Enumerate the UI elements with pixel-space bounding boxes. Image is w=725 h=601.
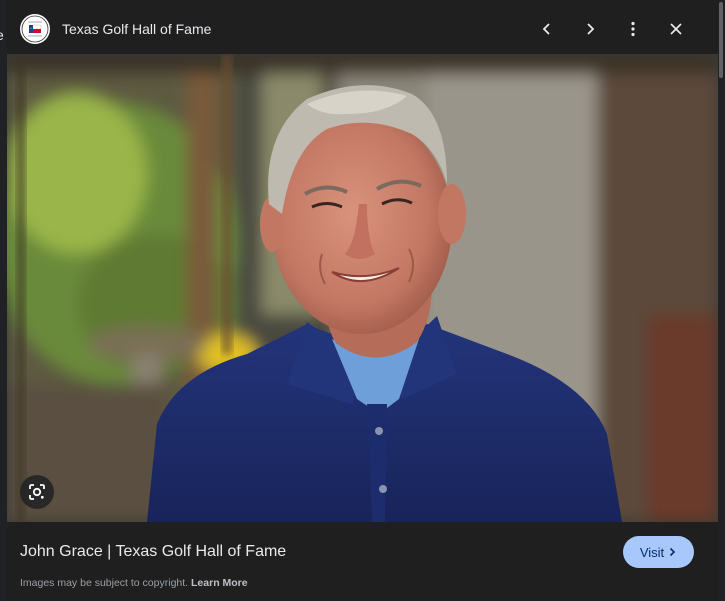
scrollbar-thumb[interactable]	[719, 2, 723, 78]
google-lens-icon	[29, 484, 45, 500]
lens-search-button[interactable]	[20, 475, 54, 509]
background-tab-label: e	[0, 27, 4, 43]
close-button[interactable]	[663, 16, 689, 42]
next-button[interactable]	[577, 16, 603, 42]
image-viewer-panel: Texas Golf Hall of Fame John Grace | Tex…	[7, 0, 718, 601]
learn-more-link[interactable]: Learn More	[191, 577, 248, 589]
chevron-right-icon	[670, 547, 676, 557]
copyright-notice: Images may be subject to copyright. Lear…	[20, 577, 248, 589]
visit-button[interactable]: Visit	[623, 536, 694, 568]
site-name[interactable]: Texas Golf Hall of Fame	[62, 21, 211, 37]
previous-button[interactable]	[534, 16, 560, 42]
image-caption[interactable]: John Grace | Texas Golf Hall of Fame	[20, 543, 286, 561]
close-icon	[670, 23, 682, 35]
visit-button-label: Visit	[639, 544, 665, 560]
more-vert-icon	[631, 21, 635, 37]
copyright-text: Images may be subject to copyright.	[20, 577, 189, 589]
site-logo-icon[interactable]	[20, 14, 50, 44]
viewer-header: Texas Golf Hall of Fame	[7, 0, 718, 56]
page-scrollbar[interactable]	[718, 0, 725, 601]
more-options-button[interactable]	[620, 16, 646, 42]
background-page-edge: e	[0, 0, 8, 601]
portrait-photo	[7, 54, 718, 522]
chevron-left-icon	[542, 23, 550, 35]
chevron-right-icon	[587, 23, 595, 35]
preview-image[interactable]	[7, 54, 718, 522]
